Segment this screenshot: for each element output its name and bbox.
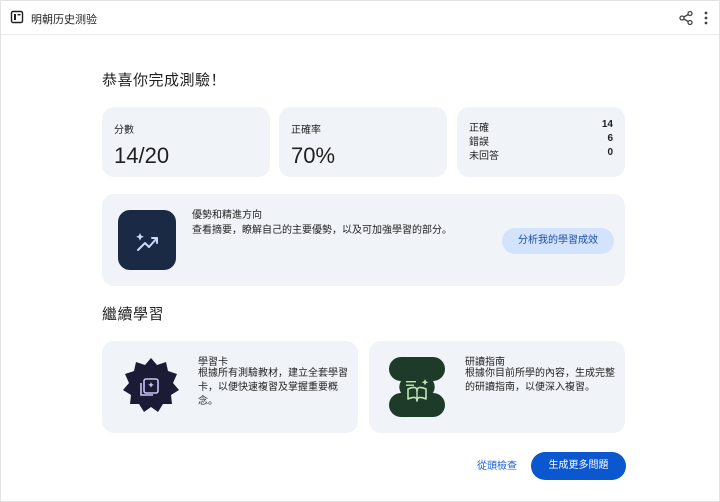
share-icon[interactable]: [677, 9, 695, 27]
insight-description: 查看摘要，瞭解自己的主要優勢，以及可加強學習的部分。: [192, 225, 452, 236]
flashcards-description-line: 根據所有測驗教材，建立全套學習: [198, 368, 348, 379]
study-guide-description-line: 的研讀指南，以便深入複習。: [465, 382, 595, 393]
flashcards-card[interactable]: 學習卡 根據所有測驗教材，建立全套學習 卡，以便快速複習及掌握重要概 念。: [102, 341, 358, 433]
accuracy-label: 正確率: [291, 125, 321, 136]
breakdown-value: 0: [607, 147, 613, 158]
more-options-icon[interactable]: [697, 9, 715, 27]
insight-card: 優勢和精進方向 查看摘要，瞭解自己的主要優勢，以及可加強學習的部分。 分析我的學…: [102, 194, 625, 286]
breakdown-unanswered-row: 未回答 0: [469, 147, 613, 162]
score-label: 分數: [114, 125, 134, 136]
flashcards-description-line: 卡，以便快速複習及掌握重要概: [198, 382, 338, 393]
notebook-icon: [9, 9, 25, 25]
app-title: 明朝历史测验: [31, 14, 97, 26]
study-guide-title: 研讀指南: [465, 357, 505, 368]
breakdown-value: 14: [601, 119, 613, 130]
flashcards-title: 學習卡: [198, 357, 228, 368]
breakdown-correct-row: 正確 14: [469, 119, 613, 134]
congrats-heading: 恭喜你完成測驗！: [102, 72, 227, 89]
title-bar: 明朝历史测验: [1, 1, 719, 35]
analyze-performance-button[interactable]: 分析我的學習成效: [502, 228, 614, 254]
insight-title: 優勢和精進方向: [192, 210, 262, 221]
breakdown-value: 6: [607, 133, 613, 144]
trend-up-icon: [118, 210, 176, 270]
answer-breakdown-card: 正確 14 錯誤 6 未回答 0: [457, 107, 625, 177]
review-from-start-button[interactable]: 從頭檢查: [471, 455, 523, 479]
flashcards-description-line: 念。: [198, 396, 218, 407]
score-card: 分數 14/20: [102, 107, 270, 177]
accuracy-value: 70%: [291, 143, 336, 168]
study-guide-description-line: 根據你目前所學的內容，生成完整: [465, 368, 615, 379]
flashcards-icon: [120, 355, 182, 417]
score-value: 14/20: [114, 143, 170, 168]
quiz-results-window: 明朝历史测验 恭喜你完成測驗！ 分數 14/20 正確率 70% 正確 14 錯…: [0, 0, 720, 502]
accuracy-card: 正確率 70%: [279, 107, 447, 177]
generate-more-questions-button[interactable]: 生成更多問題: [531, 452, 626, 480]
study-guide-icon: [387, 355, 447, 417]
breakdown-wrong-row: 錯誤 6: [469, 133, 613, 148]
continue-learning-heading: 繼續學習: [102, 306, 165, 323]
breakdown-label: 未回答: [469, 151, 499, 162]
study-guide-card[interactable]: 研讀指南 根據你目前所學的內容，生成完整 的研讀指南，以便深入複習。: [369, 341, 625, 433]
